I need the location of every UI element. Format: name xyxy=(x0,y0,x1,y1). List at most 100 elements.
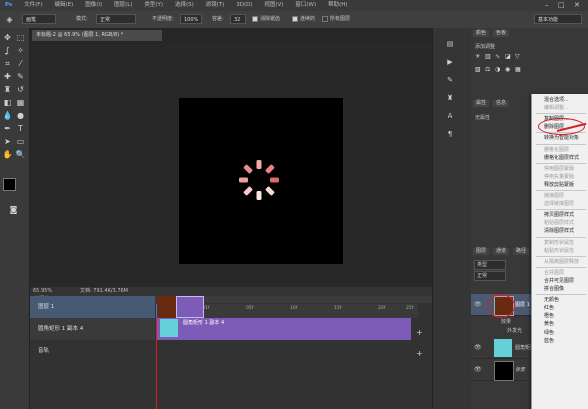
marquee-tool-icon[interactable]: ⬚ xyxy=(15,32,26,43)
exposure-icon[interactable]: ◪ xyxy=(505,54,513,60)
type-tool-icon[interactable]: T xyxy=(15,123,26,134)
clip-layer1[interactable] xyxy=(176,296,204,318)
menu-filter[interactable]: 滤镜(T) xyxy=(201,0,230,11)
menu-file[interactable]: 文件(F) xyxy=(19,0,47,11)
character-icon[interactable]: A xyxy=(441,110,459,122)
maximize-button[interactable]: □ xyxy=(558,0,565,11)
workspace-select[interactable]: 基本功能 xyxy=(534,14,582,24)
mixer-icon[interactable]: ▦ xyxy=(515,67,523,73)
close-button[interactable]: ✕ xyxy=(574,0,580,11)
vibrance-icon[interactable]: ▽ xyxy=(515,54,523,60)
layer-filter-select[interactable]: 类型 xyxy=(474,260,506,270)
track-layer2-label[interactable]: 圆角矩形 1 副本 4 xyxy=(30,318,155,340)
layer-name: 背景 xyxy=(515,367,526,373)
clip-layer2[interactable]: 圆角矩形 1 副本 4 xyxy=(157,318,411,340)
visibility-eye-icon[interactable]: 👁 xyxy=(474,366,482,373)
document-tab[interactable]: 未标题-2 @ 65.9% (图层 1, RGB/8) * xyxy=(32,30,162,41)
add-media-icon[interactable]: + xyxy=(416,328,423,337)
tab-layers[interactable]: 图层 xyxy=(473,248,490,255)
tab-color[interactable]: 颜色 xyxy=(473,30,490,37)
crop-tool-icon[interactable]: ⌗ xyxy=(2,58,13,69)
track-layer1-label: 图层 1 xyxy=(38,304,55,310)
photo-filter-icon[interactable]: ◉ xyxy=(505,67,513,73)
tab-channels[interactable]: 通道 xyxy=(493,248,510,255)
app-logo[interactable]: Ps xyxy=(0,0,17,11)
context-menu-item[interactable]: 栅格化图层样式 xyxy=(532,154,588,163)
clone-source-icon[interactable]: ♜ xyxy=(441,92,459,104)
context-menu-item: 粘贴形状属性 xyxy=(544,247,575,254)
opacity-field[interactable]: 100% xyxy=(180,14,202,24)
panel-icon-strip: ▤ ▶ ✎ ♜ A ¶ xyxy=(432,28,471,409)
add-audio-icon[interactable]: + xyxy=(416,349,423,358)
menu-view[interactable]: 视图(V) xyxy=(259,0,288,11)
eraser-icon[interactable]: ◧ xyxy=(2,97,13,108)
healing-brush-icon[interactable]: ✚ xyxy=(2,71,13,82)
antialias-checkbox[interactable] xyxy=(252,16,258,22)
tab-paths[interactable]: 路径 xyxy=(513,248,530,255)
context-menu-item[interactable]: 拼合图像 xyxy=(532,285,588,294)
visibility-eye-icon[interactable]: 👁 xyxy=(474,301,482,308)
zoom-level[interactable]: 65.95% xyxy=(33,287,52,296)
lasso-tool-icon[interactable]: ʆ xyxy=(2,45,13,56)
paint-bucket-icon[interactable]: ◈ xyxy=(4,14,15,25)
visibility-eye-icon[interactable]: 👁 xyxy=(474,344,482,351)
loading-spinner xyxy=(239,160,279,200)
menu-image[interactable]: 图像(I) xyxy=(80,0,107,11)
context-menu-item[interactable]: 释放剪贴蒙版 xyxy=(532,181,588,190)
brightness-icon[interactable]: ☀ xyxy=(475,54,483,60)
audio-track-label[interactable]: 音轨 xyxy=(30,340,155,362)
tab-info[interactable]: 信息 xyxy=(493,100,510,107)
brush-preset-select[interactable]: 画笔 xyxy=(22,14,56,24)
paragraph-icon[interactable]: ¶ xyxy=(441,128,459,140)
shape-tool-icon[interactable]: ▭ xyxy=(15,136,26,147)
minimize-button[interactable]: – xyxy=(545,0,549,11)
path-select-icon[interactable]: ➤ xyxy=(2,136,13,147)
context-menu-item[interactable]: 清除图层样式 xyxy=(532,227,588,236)
mode-select[interactable]: 正常 xyxy=(96,14,136,24)
canvas[interactable] xyxy=(179,98,343,264)
eyedropper-icon[interactable]: ⁄ xyxy=(15,58,26,69)
foreground-color-swatch[interactable] xyxy=(3,178,16,191)
effect-outer-glow[interactable]: 外发光 xyxy=(507,327,522,334)
brush-panel-icon[interactable]: ✎ xyxy=(441,74,459,86)
menu-help[interactable]: 帮助(H) xyxy=(323,0,352,11)
tolerance-field[interactable]: 32 xyxy=(230,14,246,24)
layer-thumbnail xyxy=(494,339,512,357)
menu-3d[interactable]: 3D(D) xyxy=(231,0,257,11)
blur-tool-icon[interactable]: 💧 xyxy=(2,110,13,121)
dodge-tool-icon[interactable]: ● xyxy=(15,110,26,121)
gradient-tool-icon[interactable]: ▦ xyxy=(15,97,26,108)
all-layers-label: 所有图层 xyxy=(330,16,351,22)
move-tool-icon[interactable]: ✥ xyxy=(2,32,13,43)
ruler-tick: 10f xyxy=(290,306,298,311)
actions-icon[interactable]: ▶ xyxy=(441,56,459,68)
menu-window[interactable]: 窗口(W) xyxy=(290,0,321,11)
color-balance-icon[interactable]: ⚖ xyxy=(485,67,493,73)
menu-edit[interactable]: 编辑(E) xyxy=(50,0,79,11)
pen-tool-icon[interactable]: ✒ xyxy=(2,123,13,134)
menu-layer[interactable]: 图层(L) xyxy=(109,0,137,11)
tolerance-label: 容差: xyxy=(212,16,224,22)
quick-mask-icon[interactable]: ◙ xyxy=(8,204,19,215)
history-brush-icon[interactable]: ↺ xyxy=(15,84,26,95)
context-menu-item[interactable]: 转换为智能对象 xyxy=(532,134,588,143)
zoom-tool-icon[interactable]: 🔍 xyxy=(15,149,26,160)
hand-tool-icon[interactable]: ✋ xyxy=(2,149,13,160)
menu-select[interactable]: 选择(S) xyxy=(170,0,199,11)
blend-mode-select[interactable]: 正常 xyxy=(474,271,506,281)
menu-type[interactable]: 类型(Y) xyxy=(139,0,168,11)
magic-wand-icon[interactable]: ✧ xyxy=(15,45,26,56)
contiguous-checkbox[interactable] xyxy=(292,16,298,22)
tab-swatches[interactable]: 色板 xyxy=(493,30,510,37)
hue-sat-icon[interactable]: ▧ xyxy=(475,67,483,73)
brush-tool-icon[interactable]: ✎ xyxy=(15,71,26,82)
bw-icon[interactable]: ◑ xyxy=(495,67,503,73)
curves-icon[interactable]: ∿ xyxy=(495,54,503,60)
doc-info[interactable]: 文档: 791.4K/3.76M xyxy=(80,287,128,296)
levels-icon[interactable]: ▥ xyxy=(485,54,493,60)
history-icon[interactable]: ▤ xyxy=(441,38,459,50)
clone-stamp-icon[interactable]: ♜ xyxy=(2,84,13,95)
all-layers-checkbox[interactable] xyxy=(322,16,328,22)
context-menu-item[interactable]: 蓝色 xyxy=(532,337,588,346)
tab-properties[interactable]: 属性 xyxy=(473,100,490,107)
